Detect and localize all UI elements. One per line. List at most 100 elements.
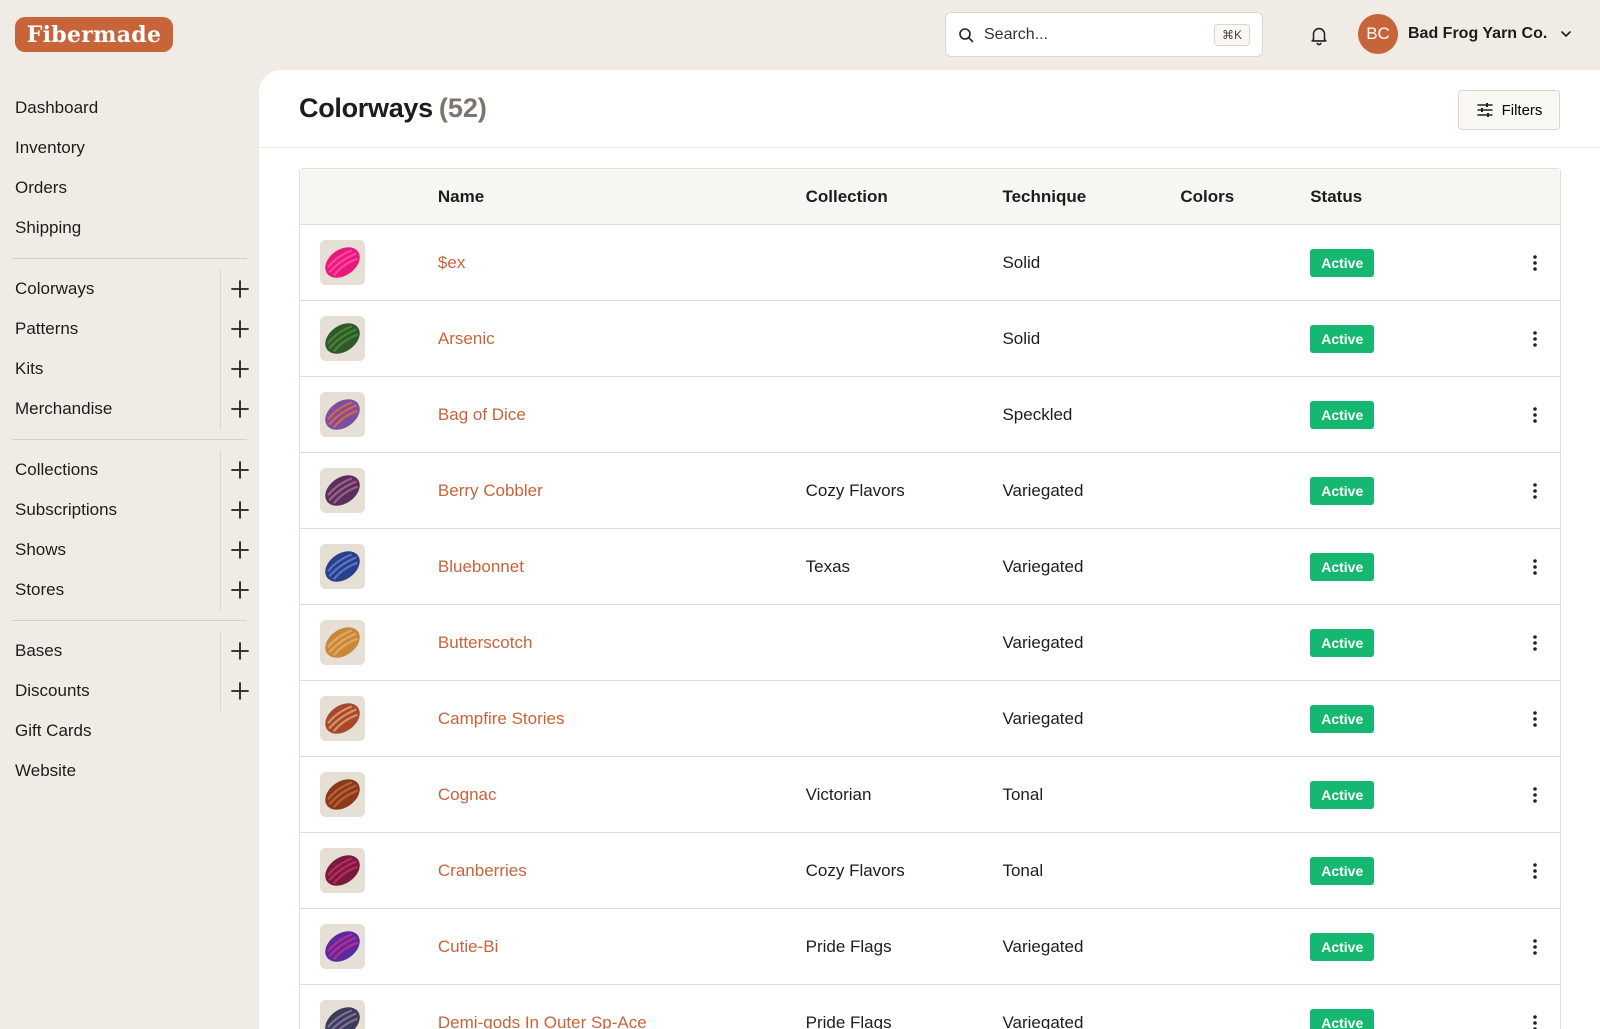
technique-cell: Tonal xyxy=(1002,784,1044,804)
collection-cell: Victorian xyxy=(805,784,872,804)
status-badge: Active xyxy=(1310,400,1375,429)
colorway-name-link[interactable]: Butterscotch xyxy=(438,633,533,652)
search-box[interactable]: ⌘K xyxy=(945,12,1263,57)
yarn-thumbnail[interactable] xyxy=(320,544,365,589)
table-row[interactable]: Bag of Dice Speckled Active xyxy=(300,377,1560,453)
yarn-skein-image xyxy=(320,316,365,361)
add-kits-button[interactable] xyxy=(220,349,258,389)
table-row[interactable]: Bluebonnet Texas Variegated Active xyxy=(300,529,1560,605)
sidebar-item-inventory[interactable]: Inventory xyxy=(0,128,258,168)
more-vertical-icon[interactable] xyxy=(1525,253,1545,273)
yarn-thumbnail[interactable] xyxy=(320,316,365,361)
filters-button[interactable]: Filters xyxy=(1458,90,1560,130)
sidebar-item-collections[interactable]: Collections xyxy=(0,450,258,490)
collection-cell: Cozy Flavors xyxy=(805,480,905,500)
column-header-name[interactable]: Name xyxy=(438,187,806,207)
more-vertical-icon[interactable] xyxy=(1525,937,1545,957)
table-row[interactable]: Butterscotch Variegated Active xyxy=(300,605,1560,681)
more-vertical-icon[interactable] xyxy=(1525,557,1545,577)
add-bases-button[interactable] xyxy=(220,631,258,671)
yarn-thumbnail[interactable] xyxy=(320,696,365,741)
add-merchandise-button[interactable] xyxy=(220,389,258,429)
colorway-name-link[interactable]: Bag of Dice xyxy=(438,405,526,424)
sidebar-item-gift-cards[interactable]: Gift Cards xyxy=(0,711,258,751)
sidebar-item-subscriptions[interactable]: Subscriptions xyxy=(0,490,258,530)
sidebar-item-merchandise[interactable]: Merchandise xyxy=(0,389,258,429)
sidebar-item-label: Kits xyxy=(15,359,44,378)
search-input[interactable] xyxy=(984,25,1204,44)
bell-icon[interactable] xyxy=(1308,24,1330,46)
column-header-colors[interactable]: Colors xyxy=(1180,187,1310,207)
sidebar-item-label: Website xyxy=(15,761,77,780)
colorway-name-link[interactable]: Cognac xyxy=(438,785,497,804)
sidebar-item-label: Subscriptions xyxy=(15,500,118,519)
more-vertical-icon[interactable] xyxy=(1525,709,1545,729)
more-vertical-icon[interactable] xyxy=(1525,633,1545,653)
yarn-thumbnail[interactable] xyxy=(320,924,365,969)
sidebar-item-bases[interactable]: Bases xyxy=(0,631,258,671)
status-badge: Active xyxy=(1310,704,1375,733)
yarn-thumbnail[interactable] xyxy=(320,1000,365,1029)
table-row[interactable]: Arsenic Solid Active xyxy=(300,301,1560,377)
column-header-technique[interactable]: Technique xyxy=(1002,187,1180,207)
technique-cell: Solid xyxy=(1002,252,1041,272)
sidebar-item-label: Stores xyxy=(15,580,65,599)
sidebar-item-label: Merchandise xyxy=(15,399,113,418)
column-header-status[interactable]: Status xyxy=(1310,187,1510,207)
yarn-thumbnail[interactable] xyxy=(320,848,365,893)
account-menu[interactable]: BC Bad Frog Yarn Co. xyxy=(1358,14,1573,54)
add-subscriptions-button[interactable] xyxy=(220,490,258,530)
add-stores-button[interactable] xyxy=(220,570,258,610)
colorway-name-link[interactable]: Bluebonnet xyxy=(438,557,524,576)
more-vertical-icon[interactable] xyxy=(1525,785,1545,805)
table-row[interactable]: Cutie-Bi Pride Flags Variegated Active xyxy=(300,909,1560,985)
more-vertical-icon[interactable] xyxy=(1525,861,1545,881)
sidebar-item-discounts[interactable]: Discounts xyxy=(0,671,258,711)
add-colorways-button[interactable] xyxy=(220,269,258,309)
page-header: Colorways (52) xyxy=(259,70,1600,148)
table-row[interactable]: Berry Cobbler Cozy Flavors Variegated Ac… xyxy=(300,453,1560,529)
sidebar-item-website[interactable]: Website xyxy=(0,751,258,791)
table-row[interactable]: Campfire Stories Variegated Active xyxy=(300,681,1560,757)
yarn-thumbnail[interactable] xyxy=(320,772,365,817)
colorways-table: Name Collection Technique Colors Status … xyxy=(299,168,1561,1029)
add-shows-button[interactable] xyxy=(220,530,258,570)
sidebar-item-patterns[interactable]: Patterns xyxy=(0,309,258,349)
table-row[interactable]: $ex Solid Active xyxy=(300,225,1560,301)
colorway-name-link[interactable]: Campfire Stories xyxy=(438,709,565,728)
colorway-name-link[interactable]: Arsenic xyxy=(438,329,495,348)
more-vertical-icon[interactable] xyxy=(1525,329,1545,349)
column-header-collection[interactable]: Collection xyxy=(806,187,1003,207)
page-title: Colorways xyxy=(299,93,433,123)
colorway-name-link[interactable]: Cranberries xyxy=(438,861,527,880)
sidebar-item-shipping[interactable]: Shipping xyxy=(0,208,258,248)
table-row[interactable]: Cranberries Cozy Flavors Tonal Active xyxy=(300,833,1560,909)
sidebar-item-stores[interactable]: Stores xyxy=(0,570,258,610)
sidebar-item-dashboard[interactable]: Dashboard xyxy=(0,88,258,128)
table-row[interactable]: Cognac Victorian Tonal Active xyxy=(300,757,1560,833)
add-collections-button[interactable] xyxy=(220,450,258,490)
yarn-thumbnail[interactable] xyxy=(320,392,365,437)
colorway-name-link[interactable]: Demi-gods In Outer Sp-Ace xyxy=(438,1013,647,1029)
more-vertical-icon[interactable] xyxy=(1525,405,1545,425)
sidebar-item-colorways[interactable]: Colorways xyxy=(0,269,258,309)
main-panel: Colorways (52) Filters Name Collection T… xyxy=(259,70,1600,1029)
more-vertical-icon[interactable] xyxy=(1525,481,1545,501)
fibermade-logo[interactable]: Fibermade xyxy=(15,17,173,52)
sidebar-item-shows[interactable]: Shows xyxy=(0,530,258,570)
yarn-thumbnail[interactable] xyxy=(320,240,365,285)
add-discounts-button[interactable] xyxy=(220,671,258,711)
yarn-thumbnail[interactable] xyxy=(320,620,365,665)
more-vertical-icon[interactable] xyxy=(1525,1013,1545,1029)
sidebar-item-label: Colorways xyxy=(15,279,95,298)
table-row[interactable]: Demi-gods In Outer Sp-Ace Pride Flags Va… xyxy=(300,985,1560,1029)
colorway-name-link[interactable]: Cutie-Bi xyxy=(438,937,498,956)
sidebar-item-orders[interactable]: Orders xyxy=(0,168,258,208)
colorway-name-link[interactable]: Berry Cobbler xyxy=(438,481,543,500)
sidebar-item-label: Shipping xyxy=(15,218,82,237)
yarn-thumbnail[interactable] xyxy=(320,468,365,513)
sidebar-item-label: Bases xyxy=(15,641,63,660)
colorway-name-link[interactable]: $ex xyxy=(438,253,465,272)
sidebar-item-kits[interactable]: Kits xyxy=(0,349,258,389)
add-patterns-button[interactable] xyxy=(220,309,258,349)
